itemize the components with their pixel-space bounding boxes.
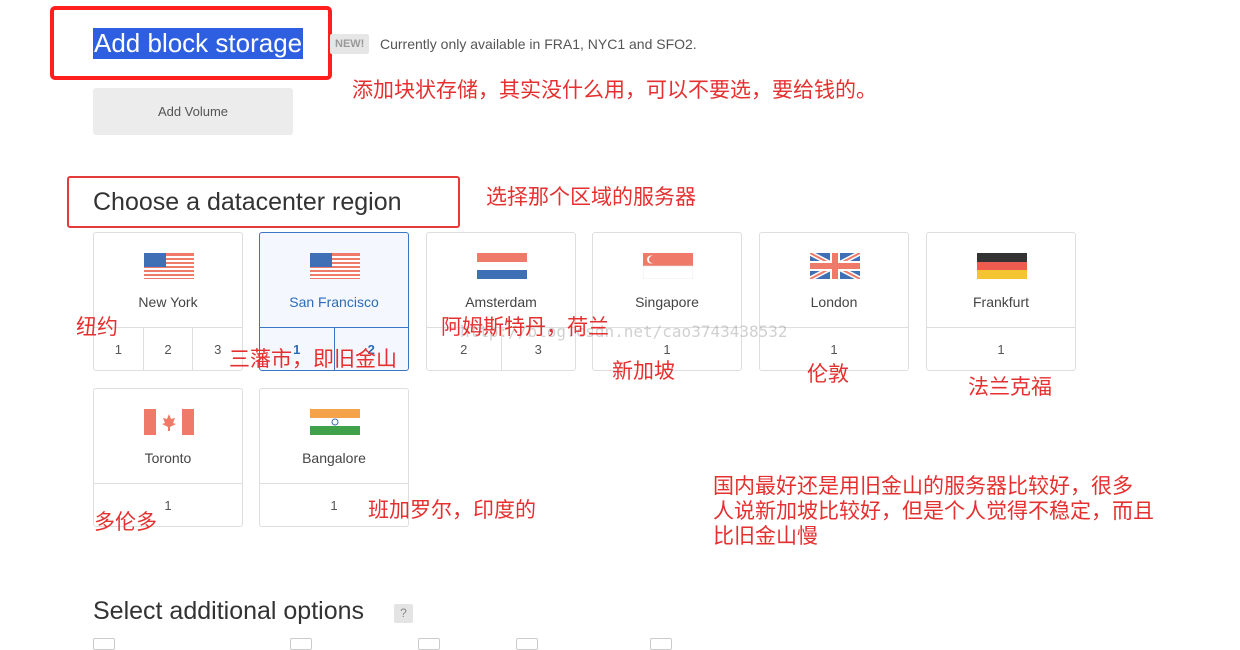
annotation-advice-line3: 比旧金山慢	[713, 524, 818, 548]
region-slot-button[interactable]: 2	[142, 328, 193, 370]
region-slot-button[interactable]: 1	[927, 328, 1075, 370]
netherlands-flag-icon	[477, 253, 527, 279]
region-card-london[interactable]: London 1	[759, 232, 909, 371]
region-card-singapore[interactable]: Singapore 1	[592, 232, 742, 371]
option-checkbox[interactable]	[650, 638, 672, 650]
germany-flag-icon	[977, 253, 1027, 279]
annotation-amsterdam: 阿姆斯特丹，荷兰	[441, 315, 609, 339]
annotation-london: 伦敦	[807, 362, 849, 386]
availability-note: Currently only available in FRA1, NYC1 a…	[380, 36, 697, 52]
region-name: New York	[138, 294, 198, 310]
annotation-toronto: 多伦多	[94, 510, 157, 534]
block-storage-title: Add block storage	[93, 28, 304, 59]
option-checkbox[interactable]	[418, 638, 440, 650]
annotation-singapore: 新加坡	[612, 359, 675, 383]
annotation-region: 选择那个区域的服务器	[486, 185, 696, 209]
region-name: Toronto	[144, 450, 192, 466]
annotation-block-storage: 添加块状存储，其实没什么用，可以不要选，要给钱的。	[352, 78, 877, 102]
help-icon[interactable]: ?	[394, 604, 413, 623]
region-name: Bangalore	[302, 450, 366, 466]
india-flag-icon	[310, 409, 360, 435]
region-card-amsterdam[interactable]: Amsterdam 2 3	[426, 232, 576, 371]
annotation-bangalore: 班加罗尔，印度的	[368, 498, 536, 522]
canada-flag-icon	[144, 409, 194, 435]
annotation-new-york: 纽约	[76, 315, 118, 339]
additional-options-title: Select additional options	[93, 597, 365, 625]
region-name: Amsterdam	[465, 294, 537, 310]
us-flag-icon	[144, 253, 194, 279]
add-volume-button[interactable]: Add Volume	[93, 88, 293, 135]
option-checkbox[interactable]	[516, 638, 538, 650]
singapore-flag-icon	[643, 253, 693, 279]
option-checkbox[interactable]	[93, 638, 115, 650]
annotation-san-francisco: 三藩市，即旧金山	[229, 347, 397, 371]
region-slots: 1	[927, 327, 1075, 370]
datacenter-section-title: Choose a datacenter region	[93, 188, 402, 216]
region-name: Frankfurt	[972, 294, 1029, 310]
region-name: London	[810, 294, 858, 310]
new-badge: NEW!	[330, 34, 370, 54]
region-name: San Francisco	[289, 294, 379, 310]
uk-flag-icon	[810, 253, 860, 279]
region-card-new-york[interactable]: New York 1 2 3	[93, 232, 243, 371]
region-name: Singapore	[635, 294, 699, 310]
region-card-frankfurt[interactable]: Frankfurt 1	[926, 232, 1076, 371]
us-flag-icon	[310, 253, 360, 279]
annotation-frankfurt: 法兰克福	[968, 375, 1052, 399]
option-checkbox[interactable]	[290, 638, 312, 650]
